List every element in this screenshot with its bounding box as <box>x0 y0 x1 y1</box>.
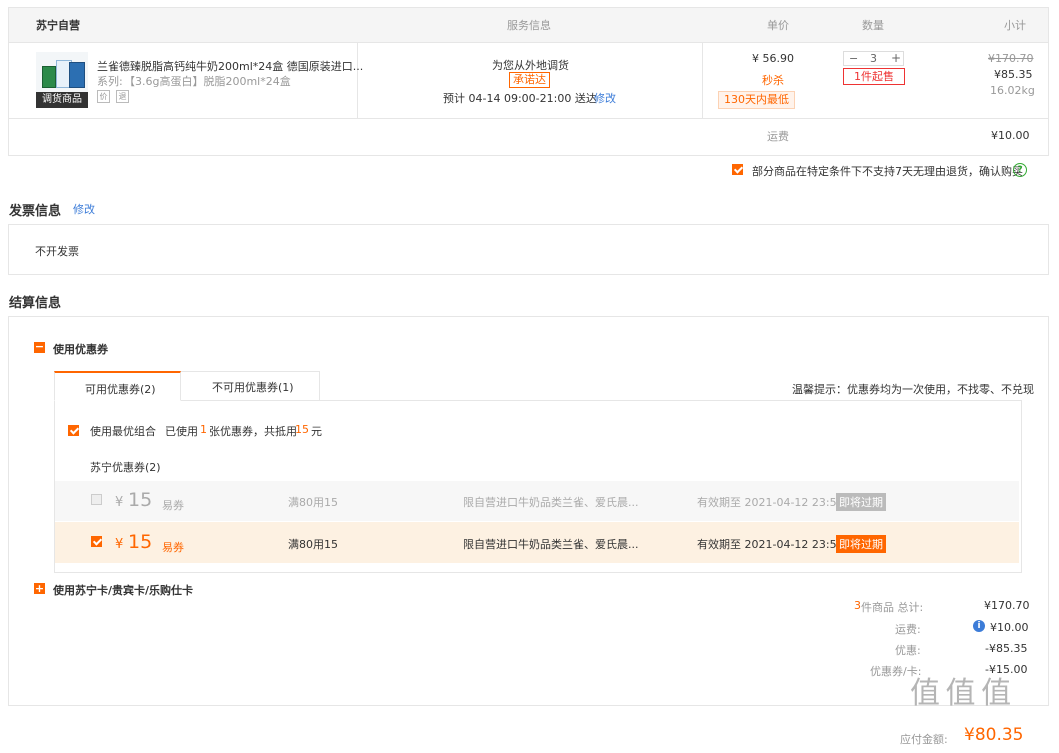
coupon-row[interactable]: ¥ 15 易券 满80用15 限自营进口牛奶品类兰雀、爱氏晨... 有效期至 2… <box>55 522 1019 563</box>
summary-freight-label: 运费: <box>895 623 921 636</box>
summary-total: ¥170.70 <box>984 599 1030 612</box>
coupon-tip: 温馨提示：优惠券均为一次使用，不找零、不兑现 <box>792 383 1034 396</box>
store-name[interactable]: 苏宁自营 <box>36 17 80 33</box>
best-combo-checkbox[interactable] <box>68 425 79 436</box>
coupon-kind: 易券 <box>162 499 184 512</box>
payable-label: 应付金额: <box>900 733 948 746</box>
freight-label: 运费 <box>767 130 789 143</box>
header-price: 单价 <box>767 19 789 32</box>
card-section-title[interactable]: 使用苏宁卡/贵宾卡/乐购仕卡 <box>53 582 193 598</box>
used-amount: 15 <box>295 423 309 436</box>
flash-sale-tag: 秒杀 <box>762 74 784 87</box>
service-eta: 预计 04-14 09:00-21:00 送达 <box>443 92 597 105</box>
invoice-edit-link[interactable]: 修改 <box>73 201 95 217</box>
product-title[interactable]: 兰雀德臻脱脂高钙纯牛奶200ml*24盒 德国原装进口... <box>97 58 363 74</box>
milk-box-icon <box>42 66 56 88</box>
coupon-rule: 满80用15 <box>288 538 338 551</box>
used-suffix: 元 <box>311 425 322 438</box>
header-service: 服务信息 <box>507 19 551 32</box>
unit-price: ¥ 56.90 <box>752 52 794 65</box>
summary-count: 3 <box>854 599 861 612</box>
payable-value: ¥80.35 <box>964 725 1024 745</box>
coupon-rule: 满80用15 <box>288 496 338 509</box>
service-tag: 承诺达 <box>509 72 550 88</box>
confirm-purchase-checkbox[interactable] <box>732 164 743 175</box>
quantity-stepper[interactable]: − 3 + <box>843 51 904 66</box>
expiring-badge: 即将过期 <box>836 493 886 511</box>
card-expand-icon[interactable]: + <box>34 583 45 594</box>
service-edit-link[interactable]: 修改 <box>594 90 616 106</box>
series-value: 【3.6g高蛋白】脱脂200ml*24盒 <box>124 75 291 88</box>
coupon-currency: ¥ <box>115 537 124 552</box>
used-count: 1 <box>200 423 207 436</box>
coupon-scope: 限自营进口牛奶品类兰雀、爱氏晨... <box>463 538 639 551</box>
summary-freight-value: ¥10.00 <box>990 621 1029 634</box>
info-icon[interactable]: i <box>973 620 985 632</box>
invoice-title: 发票信息 <box>9 204 62 219</box>
coupon-kind: 易券 <box>162 541 184 554</box>
coupon-checkbox[interactable] <box>91 536 102 547</box>
coupon-group-title: 苏宁优惠券(2) <box>90 461 161 474</box>
qty-plus-button[interactable]: + <box>891 52 901 65</box>
settlement-title: 结算信息 <box>9 296 62 311</box>
freight-value: ¥10.00 <box>991 129 1030 142</box>
item-weight: 16.02kg <box>990 84 1035 97</box>
coupon-checkbox[interactable] <box>91 494 102 505</box>
milk-box-icon <box>69 62 85 88</box>
min-qty-note: 1件起售 <box>843 68 905 85</box>
used-mid: 张优惠券，共抵用 <box>209 425 297 438</box>
tab-available[interactable]: 可用优惠券(2) <box>54 371 181 401</box>
qty-value[interactable]: 3 <box>870 52 877 65</box>
return-icon[interactable]: 退 <box>116 90 129 103</box>
product-image[interactable]: 调货商品 <box>36 52 88 108</box>
tab-unavailable-label: 不可用优惠券(1) <box>212 381 294 394</box>
summary-discount-value: -¥85.35 <box>985 642 1028 655</box>
invoice-box <box>8 224 1049 275</box>
coupon-amount: 15 <box>128 531 153 553</box>
best-combo-label[interactable]: 使用最优组合 <box>90 423 156 439</box>
summary-count-label: 件商品 总计: <box>861 601 924 614</box>
help-icon[interactable]: ? <box>1013 163 1027 177</box>
price-protect-icon[interactable]: 价 <box>97 90 110 103</box>
coupon-collapse-icon[interactable]: − <box>34 341 45 353</box>
original-total: ¥170.70 <box>988 52 1034 65</box>
coupon-currency: ¥ <box>115 495 124 510</box>
return-notice: 部分商品在特定条件下不支持7天无理由退货，确认购买 <box>752 165 1023 178</box>
coupon-amount: 15 <box>128 489 153 511</box>
expiring-badge: 即将过期 <box>836 535 886 553</box>
header-subtotal: 小计 <box>1004 19 1026 32</box>
used-prefix: 已使用 <box>165 425 198 438</box>
item-total: ¥85.35 <box>994 68 1033 81</box>
site-watermark: 值 值 值 <box>910 676 1011 711</box>
coupon-scope: 限自营进口牛奶品类兰雀、爱氏晨... <box>463 496 639 509</box>
tab-unavailable[interactable]: 不可用优惠券(1) <box>181 371 320 401</box>
lowest-price-tag: 130天内最低 <box>718 91 795 109</box>
series-label: 系列: <box>97 75 123 88</box>
coupon-section-title[interactable]: 使用优惠券 <box>53 341 108 357</box>
coupon-expiry: 有效期至 2021-04-12 23:59 <box>697 496 844 509</box>
header-qty: 数量 <box>862 19 884 32</box>
coupon-row[interactable]: ¥ 15 易券 满80用15 限自营进口牛奶品类兰雀、爱氏晨... 有效期至 2… <box>55 481 1019 521</box>
service-transfer: 为您从外地调货 <box>492 59 569 72</box>
transfer-badge: 调货商品 <box>36 92 88 108</box>
qty-minus-button[interactable]: − <box>849 52 858 65</box>
coupon-expiry: 有效期至 2021-04-12 23:59 <box>697 538 844 551</box>
summary-discount-label: 优惠: <box>895 644 921 657</box>
invoice-value: 不开发票 <box>35 245 79 258</box>
tab-available-label: 可用优惠券(2) <box>85 383 156 396</box>
